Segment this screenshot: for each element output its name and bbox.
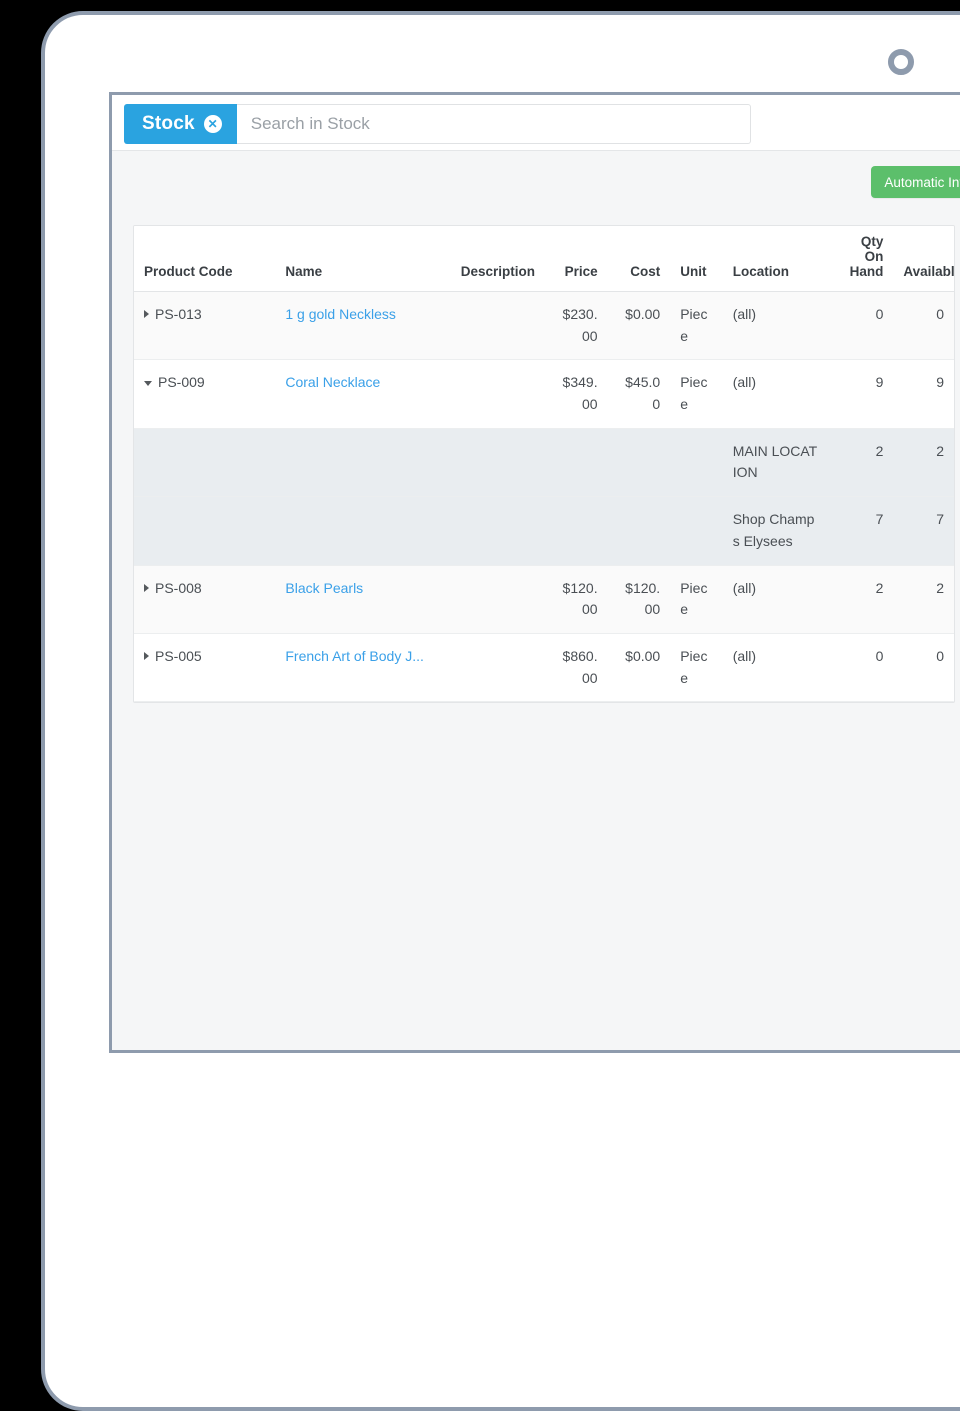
- product-name-link[interactable]: French Art of Body J...: [285, 648, 424, 664]
- table-sub-row[interactable]: MAIN LOCATION 2 2: [134, 428, 954, 498]
- cell-description: [431, 359, 545, 429]
- cell-unit: Piece: [670, 359, 723, 429]
- triangle-down-icon[interactable]: [144, 381, 152, 387]
- cell-qty-on-hand: 2: [828, 565, 894, 634]
- cell-unit: Piece: [670, 291, 723, 361]
- stock-table-body: PS-013 1 g gold Neckless $230.00 $0.00 Piece…: [134, 291, 954, 703]
- table-row[interactable]: PS-008 Black Pearls $120.00 $120.00 Piece (al…: [134, 565, 954, 634]
- cell-product-code: PS-009: [158, 374, 205, 391]
- column-header-price[interactable]: Price: [544, 226, 608, 292]
- cell-cost: $120.00: [607, 565, 671, 634]
- triangle-right-icon[interactable]: [144, 583, 149, 592]
- cell-qty-on-hand: 7: [828, 496, 894, 566]
- cell-product-code: PS-013: [155, 306, 202, 322]
- cell-location: MAIN LOCATION: [722, 428, 829, 498]
- triangle-right-icon[interactable]: [144, 310, 149, 318]
- cell-price: $860.00: [544, 633, 608, 703]
- cell-name: [275, 428, 432, 498]
- filter-tag-label: Stock: [142, 113, 195, 134]
- app-panel: Stock ✕ Adeline Automatic Inventory Orde…: [109, 92, 960, 1053]
- column-header-cost[interactable]: Cost: [607, 226, 671, 292]
- close-icon[interactable]: ✕: [203, 115, 222, 133]
- cell-available: 7: [893, 496, 954, 566]
- stock-table: Product Code Name Description Price Cost…: [134, 226, 954, 703]
- cell-unit: [670, 496, 723, 566]
- cell-qty-on-hand: 0: [828, 633, 894, 703]
- cell-qty-on-hand: 2: [828, 428, 894, 498]
- table-row[interactable]: PS-009 Coral Necklace $349.00 $45.00 Piece (a…: [134, 359, 954, 429]
- table-header-row: Product Code Name Description Price Cost…: [134, 226, 954, 292]
- cell-available: 0: [893, 291, 954, 361]
- table-sub-row[interactable]: Shop Champs Elysees 7 7: [134, 496, 954, 566]
- search-group: Stock ✕: [124, 104, 751, 144]
- cell-location: Shop Champs Elysees: [722, 496, 829, 566]
- cell-unit: Piece: [670, 565, 723, 634]
- cell-unit: Piece: [670, 633, 723, 703]
- column-header-unit[interactable]: Unit: [670, 226, 723, 292]
- table-row[interactable]: PS-013 1 g gold Neckless $230.00 $0.00 Piece…: [134, 291, 954, 361]
- tablet-device-frame: Stock ✕ Adeline Automatic Inventory Orde…: [41, 11, 960, 1411]
- cell-cost: $0.00: [607, 291, 671, 361]
- top-search-bar: Stock ✕ Adeline: [112, 95, 960, 151]
- cell-cost: [607, 496, 671, 566]
- filter-tag-stock[interactable]: Stock ✕: [124, 104, 237, 144]
- cell-available: 2: [893, 428, 954, 498]
- cell-product-code: PS-005: [155, 647, 202, 664]
- stock-table-card: Product Code Name Description Price Cost…: [133, 225, 955, 704]
- cell-product-code: PS-008: [155, 579, 202, 596]
- column-header-description[interactable]: Description: [431, 226, 545, 292]
- cell-cost: [607, 428, 671, 498]
- cell-product-code: [134, 428, 276, 498]
- cell-location: (all): [722, 633, 829, 703]
- cell-available: 9: [893, 359, 954, 429]
- camera-icon: [888, 49, 914, 75]
- column-header-location[interactable]: Location: [722, 226, 829, 292]
- product-name-link[interactable]: Coral Necklace: [285, 374, 380, 390]
- column-header-available[interactable]: Available: [893, 226, 954, 292]
- cell-unit: [670, 428, 723, 498]
- search-input[interactable]: [236, 104, 751, 144]
- cell-price: $230.00: [544, 291, 608, 361]
- cell-available: 0: [893, 633, 954, 703]
- column-header-name[interactable]: Name: [275, 226, 432, 292]
- product-name-link[interactable]: 1 g gold Neckless: [285, 306, 396, 322]
- cell-available: 2: [893, 565, 954, 634]
- cell-location: (all): [722, 291, 829, 361]
- cell-description: [431, 496, 545, 566]
- cell-product-code: [134, 496, 276, 566]
- cell-description: [431, 291, 545, 361]
- column-header-qty-on-hand[interactable]: Qty On Hand: [828, 226, 894, 292]
- cell-description: [431, 428, 545, 498]
- cell-qty-on-hand: 0: [828, 291, 894, 361]
- cell-description: [431, 633, 545, 703]
- cell-price: $120.00: [544, 565, 608, 634]
- column-header-product-code[interactable]: Product Code: [134, 226, 276, 292]
- cell-qty-on-hand: 9: [828, 359, 894, 429]
- cell-price: [544, 428, 608, 498]
- triangle-right-icon[interactable]: [144, 651, 149, 660]
- cell-price: [544, 496, 608, 566]
- cell-name: [275, 496, 432, 566]
- cell-price: $349.00: [544, 359, 608, 429]
- cell-description: [431, 565, 545, 634]
- cell-cost: $0.00: [607, 633, 671, 703]
- table-row[interactable]: PS-005 French Art of Body J... $860.00 $0.0…: [134, 633, 954, 703]
- cell-cost: $45.00: [607, 359, 671, 429]
- product-name-link[interactable]: Black Pearls: [285, 580, 363, 596]
- automatic-inventory-ordering-button[interactable]: Automatic Inventory Ordering: [871, 166, 960, 198]
- automatic-inventory-ordering-group: Automatic Inventory Ordering: [871, 166, 960, 198]
- cell-location: (all): [722, 565, 829, 634]
- action-bar: Automatic Inventory Ordering: [112, 151, 960, 207]
- stock-table-header: Product Code Name Description Price Cost…: [134, 226, 954, 292]
- cell-location: (all): [722, 359, 829, 429]
